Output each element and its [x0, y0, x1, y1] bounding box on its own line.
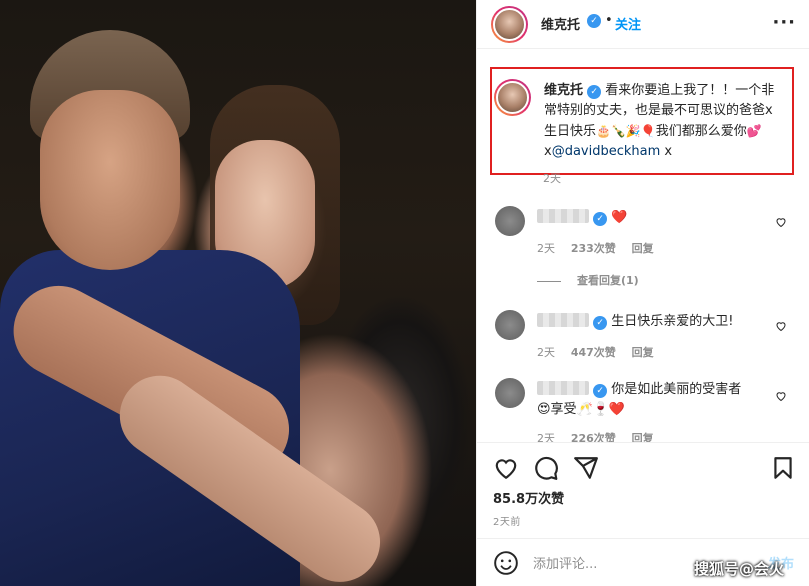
verified-icon: ✓ [593, 384, 608, 398]
caption-text: 维克托 ✓ 看来你要追上我了！！一个非常特别的丈夫，也是最不可思议的爸爸x生日快… [544, 81, 784, 162]
commenter-name-blurred[interactable] [537, 381, 589, 395]
reply-button[interactable]: 回复 [632, 346, 654, 359]
caption-username[interactable]: 维克托 [544, 83, 583, 98]
posted-time: 2天前 [493, 517, 521, 528]
mention-link[interactable]: @davidbeckham [552, 144, 661, 159]
watermark-text: 搜狐号@会火 [694, 560, 785, 578]
commenter-name-blurred[interactable] [537, 209, 589, 223]
separator-dot: • [605, 13, 613, 28]
caption-emojis-1: 🎂🍾🎉🎈 [596, 124, 656, 138]
verified-icon: ✓ [593, 316, 608, 330]
commenter-name-blurred[interactable] [537, 313, 589, 327]
view-replies-button[interactable]: 查看回复(1) [537, 272, 639, 288]
post-photo[interactable] [0, 0, 476, 586]
comment-time: 2天 [537, 242, 555, 255]
comment-meta: 2天 447次赞 回复 [537, 344, 666, 360]
caption-body-3: x [544, 144, 552, 159]
like-comment-icon[interactable] [775, 320, 787, 332]
author-username[interactable]: 维克托 [541, 14, 580, 33]
caption-highlight: 维克托 ✓ 看来你要追上我了！！一个非常特别的丈夫，也是最不可思议的爸爸x生日快… [490, 67, 794, 175]
commenter-avatar[interactable] [495, 378, 525, 408]
commenter-avatar[interactable] [495, 310, 525, 340]
replies-divider [537, 280, 561, 282]
verified-icon: ✓ [593, 212, 608, 226]
likes-count[interactable]: 85.8万次赞 [493, 488, 564, 507]
comment-text: 生日快乐亲爱的大卫! [611, 314, 734, 329]
like-comment-icon[interactable] [775, 390, 787, 402]
caption-emojis-2: 💕 [746, 124, 762, 138]
emoji-smile-icon[interactable] [493, 550, 519, 576]
follow-button[interactable]: 关注 [615, 14, 641, 33]
like-heart-icon[interactable] [493, 455, 519, 481]
caption-body-2: 我们都那么爱你 [655, 124, 747, 139]
post-header: 维克托 ✓ • 关注 ··· [477, 0, 809, 49]
comment-meta: 2天 233次赞 回复 [537, 240, 666, 256]
author-avatar[interactable] [491, 6, 528, 43]
photo-man-face [40, 90, 180, 270]
comment-likes[interactable]: 447次赞 [571, 346, 616, 359]
verified-icon: ✓ [587, 85, 602, 99]
share-send-icon[interactable] [573, 455, 599, 481]
comment-input[interactable]: 添加评论... [533, 553, 597, 572]
reply-button[interactable]: 回复 [632, 242, 654, 255]
like-comment-icon[interactable] [775, 216, 787, 228]
verified-icon: ✓ [587, 14, 601, 28]
comment-likes[interactable]: 233次赞 [571, 242, 616, 255]
comment-text: ❤️ [611, 210, 628, 225]
caption-body-4: x [660, 144, 673, 159]
caption-author-avatar[interactable] [494, 79, 531, 116]
more-options-icon[interactable]: ··· [772, 12, 796, 33]
post-side-panel: 维克托 ✓ • 关注 ··· 维克托 ✓ 看来你要追上我了！！一个非常特别的丈夫… [476, 0, 809, 586]
save-bookmark-icon[interactable] [770, 455, 796, 481]
comment-time: 2天 [537, 346, 555, 359]
commenter-avatar[interactable] [495, 206, 525, 236]
comment-bubble-icon[interactable] [533, 455, 559, 481]
caption-time: 2天 [543, 172, 561, 185]
view-replies-label: 查看回复(1) [577, 274, 639, 287]
